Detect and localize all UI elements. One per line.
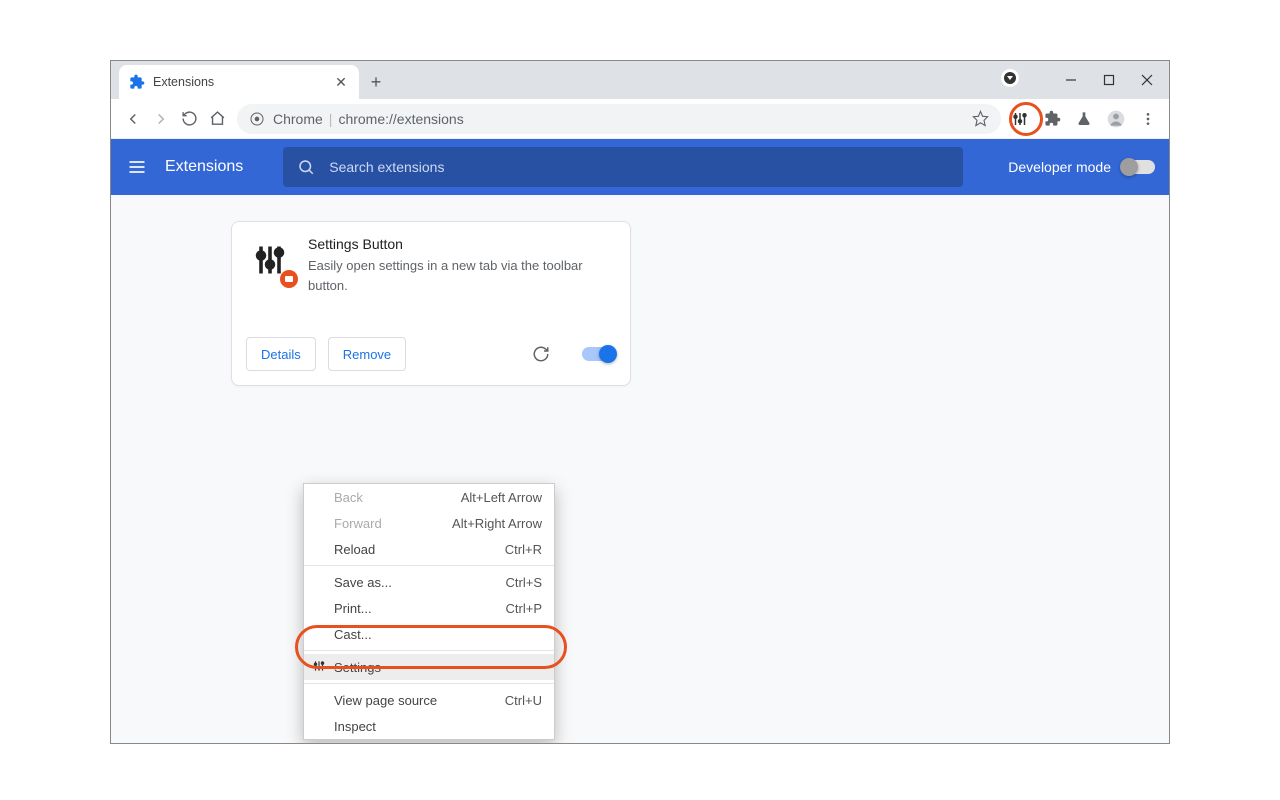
sliders-icon bbox=[312, 659, 328, 675]
context-menu-shortcut: Ctrl+S bbox=[506, 575, 542, 590]
context-menu-label: Inspect bbox=[334, 719, 376, 734]
context-menu-separator bbox=[304, 683, 554, 684]
context-menu-item[interactable]: Save as... Ctrl+S bbox=[304, 569, 554, 595]
toolbar: Chrome | chrome://extensions bbox=[111, 99, 1169, 139]
context-menu-item[interactable]: Settings bbox=[304, 654, 554, 680]
developer-mode-label: Developer mode bbox=[1008, 159, 1111, 175]
context-menu-shortcut: Ctrl+U bbox=[505, 693, 542, 708]
tab-title: Extensions bbox=[153, 75, 214, 89]
extensions-puzzle-icon[interactable] bbox=[1039, 106, 1065, 132]
update-indicator-icon[interactable] bbox=[1001, 69, 1019, 87]
kebab-menu-icon[interactable] bbox=[1135, 106, 1161, 132]
search-input[interactable]: Search extensions bbox=[283, 147, 963, 187]
tab-extensions[interactable]: Extensions ✕ bbox=[119, 65, 359, 99]
window-controls bbox=[1053, 61, 1165, 99]
extensions-content: Settings Button Easily open settings in … bbox=[111, 195, 1169, 743]
context-menu-label: Forward bbox=[334, 516, 382, 531]
close-tab-button[interactable]: ✕ bbox=[333, 74, 349, 90]
context-menu-separator bbox=[304, 565, 554, 566]
search-icon bbox=[297, 158, 315, 176]
install-source-badge-icon bbox=[280, 270, 298, 288]
extension-enabled-toggle[interactable] bbox=[582, 347, 616, 361]
context-menu-label: View page source bbox=[334, 693, 437, 708]
back-button[interactable] bbox=[119, 105, 147, 133]
address-scheme: Chrome bbox=[273, 111, 323, 127]
context-menu-item[interactable]: Print... Ctrl+P bbox=[304, 595, 554, 621]
browser-window: Extensions ✕ + Chrome | bbox=[110, 60, 1170, 744]
chrome-icon bbox=[249, 111, 265, 127]
context-menu-label: Settings bbox=[334, 660, 381, 675]
context-menu-item: Forward Alt+Right Arrow bbox=[304, 510, 554, 536]
extension-title: Settings Button bbox=[308, 236, 616, 252]
address-separator: | bbox=[329, 111, 333, 127]
minimize-button[interactable] bbox=[1053, 66, 1089, 94]
settings-button-extension-icon[interactable] bbox=[1007, 106, 1033, 132]
forward-button[interactable] bbox=[147, 105, 175, 133]
context-menu-separator bbox=[304, 650, 554, 651]
home-button[interactable] bbox=[203, 105, 231, 133]
reload-button[interactable] bbox=[175, 105, 203, 133]
developer-mode-toggle[interactable] bbox=[1121, 160, 1155, 174]
puzzle-piece-icon bbox=[129, 74, 145, 90]
context-menu-item[interactable]: Cast... bbox=[304, 621, 554, 647]
tab-bar: Extensions ✕ + bbox=[111, 61, 1169, 99]
context-menu-shortcut: Alt+Left Arrow bbox=[461, 490, 542, 505]
context-menu-shortcut: Ctrl+R bbox=[505, 542, 542, 557]
extensions-header: Extensions Search extensions Developer m… bbox=[111, 139, 1169, 195]
details-button[interactable]: Details bbox=[246, 337, 316, 371]
context-menu-item: Back Alt+Left Arrow bbox=[304, 484, 554, 510]
developer-mode-section: Developer mode bbox=[1008, 159, 1155, 175]
close-window-button[interactable] bbox=[1129, 66, 1165, 94]
maximize-button[interactable] bbox=[1091, 66, 1127, 94]
lab-flask-icon[interactable] bbox=[1071, 106, 1097, 132]
extension-description: Easily open settings in a new tab via th… bbox=[308, 256, 616, 295]
page-title: Extensions bbox=[165, 158, 243, 176]
context-menu-item[interactable]: View page source Ctrl+U bbox=[304, 687, 554, 713]
hamburger-menu-icon[interactable] bbox=[125, 155, 149, 179]
address-url: chrome://extensions bbox=[338, 111, 463, 127]
extension-card: Settings Button Easily open settings in … bbox=[231, 221, 631, 386]
context-menu-label: Cast... bbox=[334, 627, 372, 642]
context-menu-label: Save as... bbox=[334, 575, 392, 590]
toolbar-extension-icons bbox=[1007, 106, 1161, 132]
context-menu-shortcut: Alt+Right Arrow bbox=[452, 516, 542, 531]
context-menu-label: Reload bbox=[334, 542, 375, 557]
context-menu-label: Print... bbox=[334, 601, 372, 616]
extension-icon bbox=[246, 236, 294, 284]
context-menu-shortcut: Ctrl+P bbox=[506, 601, 542, 616]
context-menu-item[interactable]: Inspect bbox=[304, 713, 554, 739]
profile-avatar-icon[interactable] bbox=[1103, 106, 1129, 132]
bookmark-star-icon[interactable] bbox=[972, 110, 989, 127]
context-menu: Back Alt+Left Arrow Forward Alt+Right Arrow… bbox=[303, 483, 555, 740]
reload-extension-icon[interactable] bbox=[532, 345, 550, 363]
address-bar[interactable]: Chrome | chrome://extensions bbox=[237, 104, 1001, 134]
search-placeholder: Search extensions bbox=[329, 159, 444, 175]
context-menu-item[interactable]: Reload Ctrl+R bbox=[304, 536, 554, 562]
page-viewport: Extensions Search extensions Developer m… bbox=[111, 139, 1169, 743]
new-tab-button[interactable]: + bbox=[359, 65, 393, 99]
context-menu-label: Back bbox=[334, 490, 363, 505]
remove-button[interactable]: Remove bbox=[328, 337, 406, 371]
